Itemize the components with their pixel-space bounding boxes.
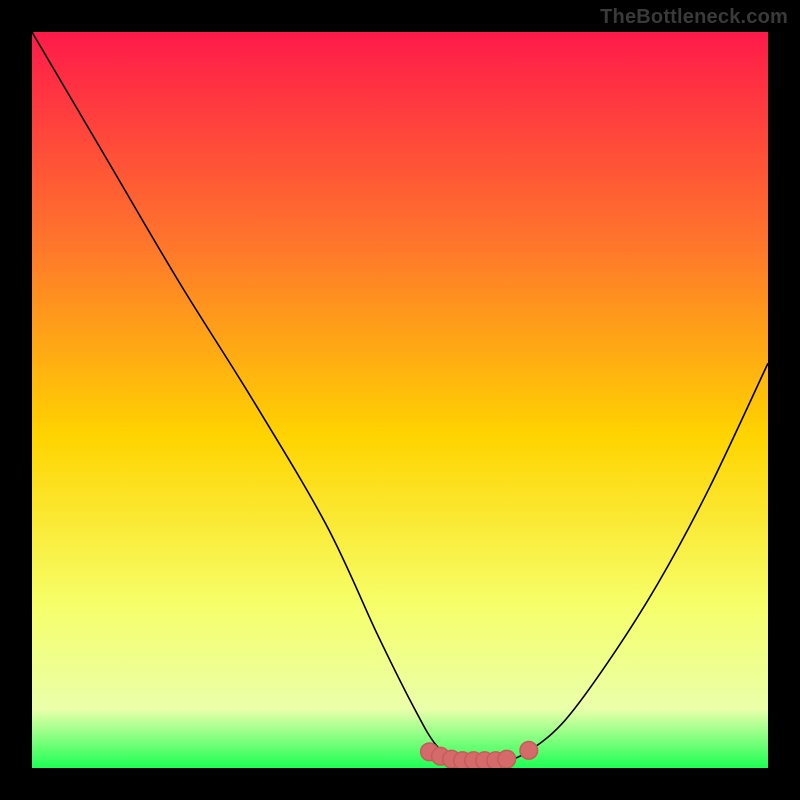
bottleneck-curve: [32, 32, 768, 768]
plot-area: [32, 32, 768, 768]
watermark-text: TheBottleneck.com: [600, 6, 788, 29]
curve-marker: [520, 742, 538, 760]
chart-frame: TheBottleneck.com: [0, 0, 800, 800]
curve-marker: [498, 750, 516, 768]
